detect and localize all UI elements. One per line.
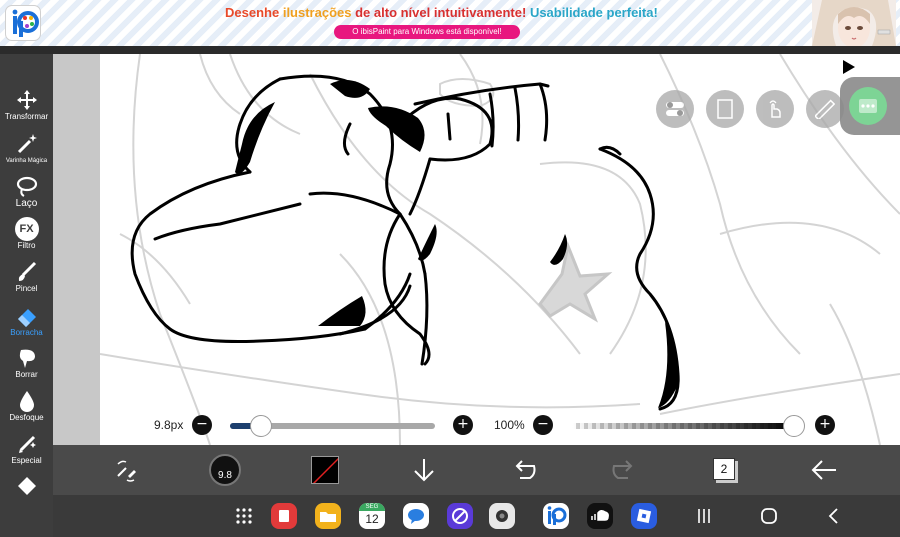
- brush-icon: [18, 261, 36, 281]
- brush-preset-button[interactable]: 9.8: [209, 454, 241, 486]
- tool-eraser[interactable]: Borracha: [0, 304, 53, 338]
- magic-wand-icon: [17, 134, 37, 154]
- roblox-app-icon[interactable]: [631, 503, 657, 529]
- size-slider-knob[interactable]: [249, 415, 272, 437]
- lasso-icon: [16, 176, 37, 197]
- hand-touch-icon: [769, 100, 781, 118]
- eraser-icon: [17, 309, 36, 327]
- back-arrow-icon[interactable]: [808, 454, 840, 486]
- ad-headline-part: de alto nível intuitivamente!: [355, 5, 527, 20]
- undo-icon[interactable]: [508, 454, 540, 486]
- main-menu-button[interactable]: [840, 77, 900, 135]
- recent-apps-icon[interactable]: [693, 505, 715, 527]
- ad-banner[interactable]: Desenhe ilustrações de alto nível intuit…: [0, 0, 900, 46]
- smudge-icon: [19, 349, 35, 368]
- nav-back-icon[interactable]: [823, 505, 845, 527]
- messages-app-icon[interactable]: [403, 503, 429, 529]
- ad-character-illustration: [812, 0, 896, 46]
- ad-headline-part: Desenhe: [225, 5, 280, 20]
- download-arrow-icon[interactable]: [408, 454, 440, 486]
- tool-label: Desfoque: [9, 413, 44, 422]
- tool-label: Transformar: [4, 112, 49, 121]
- tool-fill[interactable]: [0, 474, 53, 498]
- tool-blur[interactable]: Desfoque: [0, 389, 53, 423]
- tool-label: Especial: [11, 456, 42, 465]
- soundcloud-app-icon[interactable]: [587, 503, 613, 529]
- ruler-icon: [815, 99, 835, 119]
- opacity-increase-button[interactable]: +: [815, 415, 835, 435]
- brush-sliders: 9.8px − + 100% − +: [100, 405, 900, 445]
- frame-icon: [717, 99, 733, 119]
- canvas-margin: [53, 54, 100, 445]
- color-slash-icon: [312, 457, 338, 483]
- files-app-icon[interactable]: [315, 503, 341, 529]
- calendar-weekday: SEG: [359, 503, 385, 511]
- canvas-frame-button[interactable]: [706, 90, 744, 128]
- drawing-canvas[interactable]: [100, 54, 900, 445]
- browser-app-icon[interactable]: [447, 503, 473, 529]
- fx-icon: FX: [14, 217, 39, 241]
- ibispaint-logo: [5, 5, 41, 41]
- ibispaint-screen: Desenhe ilustrações de alto nível intuit…: [0, 0, 900, 537]
- tool-smudge[interactable]: Borrar: [0, 346, 53, 380]
- redo-icon[interactable]: [608, 454, 640, 486]
- ruler-button[interactable]: [806, 90, 844, 128]
- opacity-slider-knob[interactable]: [783, 415, 805, 437]
- calendar-app-icon[interactable]: SEG 12: [359, 503, 385, 529]
- opacity-value: 100%: [494, 418, 525, 432]
- opacity-slider-track[interactable]: [572, 423, 794, 429]
- tool-filter[interactable]: FX Filtro: [0, 217, 53, 251]
- app-drawer-icon[interactable]: [233, 505, 255, 527]
- layers-button[interactable]: 2: [713, 458, 735, 480]
- paint-bucket-icon: [17, 477, 36, 495]
- ibispaint-app-icon[interactable]: [543, 503, 569, 529]
- toggle-button[interactable]: [656, 90, 694, 128]
- ad-headline-part: ilustrações: [282, 5, 352, 20]
- brush-size-badge: 9.8: [218, 470, 232, 481]
- notes-app-icon[interactable]: [271, 503, 297, 529]
- special-pen-icon: [18, 435, 36, 453]
- move-arrows-icon: [16, 90, 37, 110]
- tool-palette: Transformar Varinha Mágica Laço FX Filtr…: [0, 54, 53, 537]
- tool-label: Borracha: [10, 328, 43, 337]
- tool-label: Varinha Mágica: [5, 158, 48, 164]
- brush-eraser-swap-icon[interactable]: [110, 454, 142, 486]
- tool-special[interactable]: Especial: [0, 432, 53, 466]
- tool-label: Pincel: [15, 284, 38, 293]
- calendar-day: 12: [365, 512, 379, 526]
- size-increase-button[interactable]: +: [453, 415, 473, 435]
- brush-size-value: 9.8px: [154, 418, 184, 432]
- bottom-toolbar: 9.8 2: [53, 445, 900, 495]
- blur-drop-icon: [19, 391, 34, 412]
- tool-lasso[interactable]: Laço: [0, 174, 53, 210]
- touch-button[interactable]: [756, 90, 794, 128]
- tool-magic-wand[interactable]: Varinha Mágica: [0, 132, 53, 166]
- toggle-icon: [666, 102, 684, 116]
- tool-brush[interactable]: Pincel: [0, 260, 53, 294]
- color-swatch-button[interactable]: [311, 456, 339, 484]
- ad-windows-pill[interactable]: O ibisPaint para Windows está disponível…: [334, 25, 520, 39]
- system-taskbar: SEG 12: [53, 495, 900, 537]
- ad-headline-part: Usabilidade perfeita!: [529, 5, 658, 20]
- opacity-decrease-button[interactable]: −: [533, 415, 553, 435]
- ad-headline: Desenhe ilustrações de alto nível intuit…: [225, 5, 658, 20]
- tool-transform[interactable]: Transformar: [0, 88, 53, 122]
- menu-icon: [849, 87, 887, 125]
- tool-label: Borrar: [15, 370, 38, 379]
- tool-label: Laço: [15, 198, 38, 209]
- camera-app-icon[interactable]: [489, 503, 515, 529]
- cursor-pointer-icon: [843, 60, 855, 74]
- home-icon[interactable]: [758, 505, 780, 527]
- tool-label: Filtro: [17, 241, 36, 250]
- size-decrease-button[interactable]: −: [192, 415, 212, 435]
